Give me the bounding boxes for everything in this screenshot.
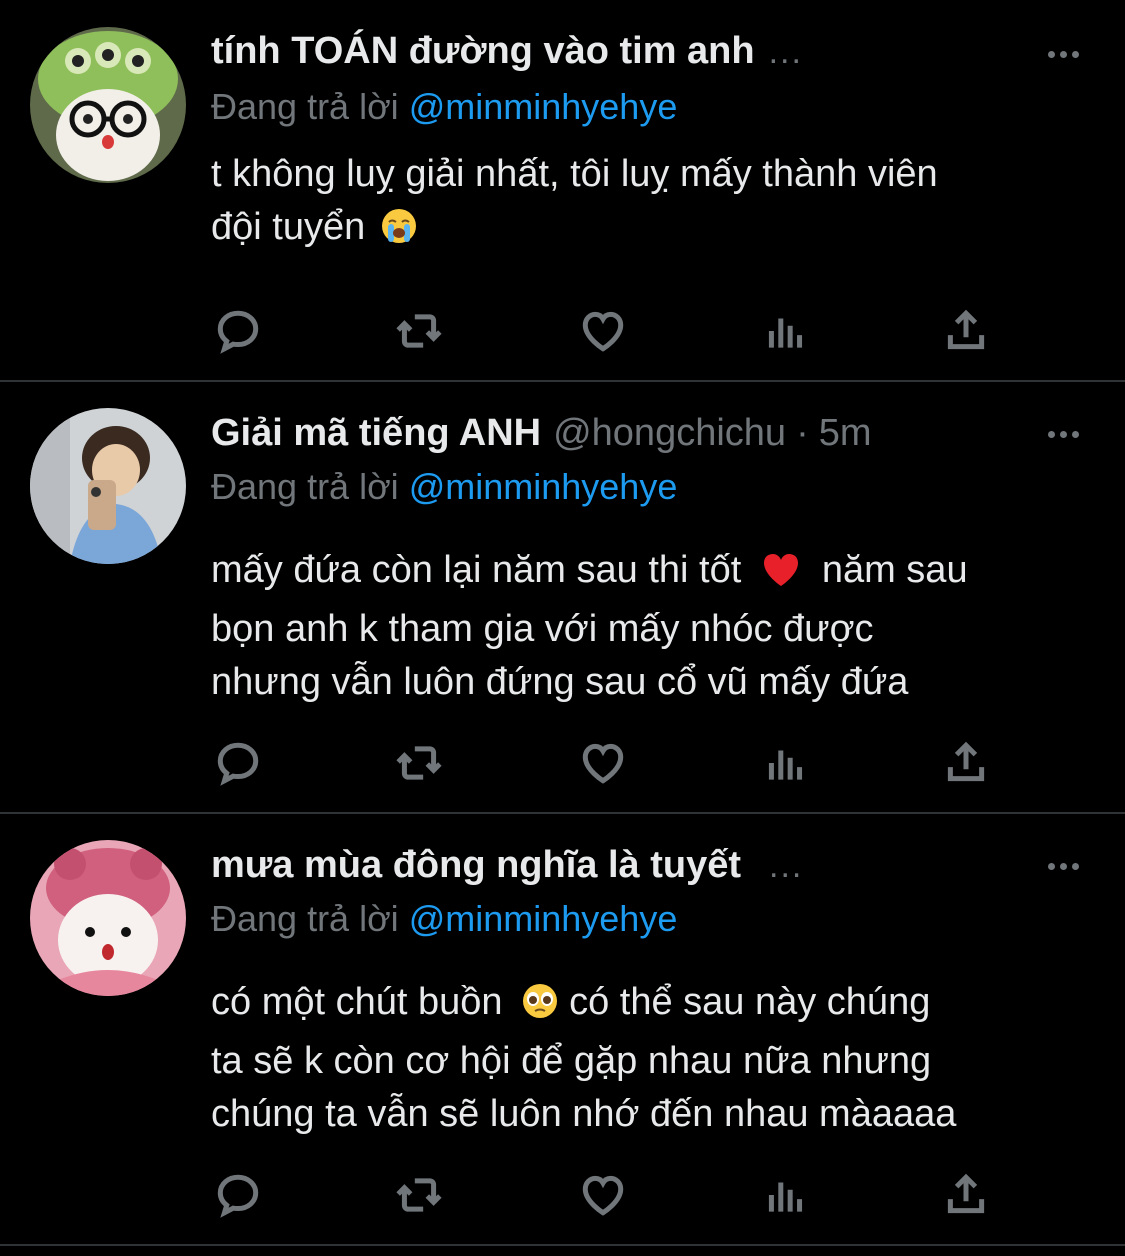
more-options-icon[interactable] — [1043, 34, 1083, 74]
divider — [0, 1244, 1125, 1246]
like-icon[interactable] — [576, 738, 630, 788]
replying-to: Đang trả lời @minminhyehye — [211, 86, 677, 128]
tweet-text-line: đội tuyển — [211, 201, 1091, 260]
tweet-text: có một chút buồn có thể sau này chúng ta… — [211, 976, 1091, 1141]
reply-icon[interactable] — [211, 1170, 265, 1220]
tweet-header: tính TOÁN đường vào tim anh ... — [211, 30, 1015, 78]
tweet[interactable]: tính TOÁN đường vào tim anh ... Đang trả… — [0, 0, 1125, 380]
display-name[interactable]: tính TOÁN đường vào tim anh — [211, 30, 755, 73]
person-selfie-avatar-image — [30, 408, 186, 564]
tweet-text-line: có một chút buồn có thể sau này chúng — [211, 976, 1091, 1035]
share-icon[interactable] — [939, 1170, 993, 1220]
mention-link[interactable]: @minminhyehye — [409, 466, 678, 507]
share-icon[interactable] — [939, 738, 993, 788]
tweet-text-line: nhưng vẫn luôn đứng sau cổ vũ mấy đứa — [211, 661, 909, 703]
like-icon[interactable] — [576, 1170, 630, 1220]
separator: · — [796, 412, 809, 454]
retweet-icon[interactable] — [392, 738, 446, 788]
replying-to: Đang trả lời @minminhyehye — [211, 466, 677, 508]
tweet-actions — [211, 738, 1011, 788]
tweet-actions — [211, 306, 1011, 356]
avatar[interactable] — [30, 408, 186, 564]
tweet-text-line: chúng ta vẫn sẽ luôn nhớ đến nhau màaaaa — [211, 1093, 957, 1135]
replying-label: Đang trả lời — [211, 86, 399, 127]
tweet-text-line: mấy đứa còn lại năm sau thi tốt năm sau — [211, 544, 1091, 603]
replying-label: Đang trả lời — [211, 466, 399, 507]
reply-icon[interactable] — [211, 306, 265, 356]
share-icon[interactable] — [939, 306, 993, 356]
avatar[interactable] — [30, 840, 186, 996]
retweet-icon[interactable] — [392, 1170, 446, 1220]
name-truncation: ... — [768, 33, 803, 71]
display-name[interactable]: mưa mùa đông nghĩa là tuyết — [211, 844, 741, 887]
tweet-text: mấy đứa còn lại năm sau thi tốt năm sau … — [211, 544, 1091, 709]
more-options-icon[interactable] — [1043, 414, 1083, 454]
pleading-face-icon — [521, 982, 559, 1035]
tweet-text-line: t không luỵ giải nhất, tôi luỵ mấy thành… — [211, 153, 938, 195]
views-icon[interactable] — [759, 1170, 813, 1220]
tweet-text: t không luỵ giải nhất, tôi luỵ mấy thành… — [211, 148, 1091, 260]
tweet-text-line: bọn anh k tham gia với mấy nhóc được — [211, 608, 874, 650]
views-icon[interactable] — [759, 306, 813, 356]
red-heart-icon — [762, 550, 800, 603]
plush-toy-avatar-image — [30, 27, 186, 183]
retweet-icon[interactable] — [392, 306, 446, 356]
timestamp[interactable]: 5m — [819, 412, 872, 455]
pink-plush-avatar-image — [30, 840, 186, 996]
tweet-header: Giải mã tiếng ANH @hongchichu · 5m — [211, 412, 1015, 460]
loudly-crying-face-icon — [380, 207, 418, 260]
tweet[interactable]: Giải mã tiếng ANH @hongchichu · 5m Đang … — [0, 382, 1125, 812]
replying-label: Đang trả lời — [211, 898, 399, 939]
tweet-actions — [211, 1170, 1011, 1220]
name-truncation: ... — [769, 847, 804, 885]
reply-icon[interactable] — [211, 738, 265, 788]
mention-link[interactable]: @minminhyehye — [409, 86, 678, 127]
replying-to: Đang trả lời @minminhyehye — [211, 898, 677, 940]
tweet-header: mưa mùa đông nghĩa là tuyết ... — [211, 844, 1015, 892]
display-name[interactable]: Giải mã tiếng ANH — [211, 412, 541, 455]
views-icon[interactable] — [759, 738, 813, 788]
avatar[interactable] — [30, 27, 186, 183]
more-options-icon[interactable] — [1043, 846, 1083, 886]
tweet[interactable]: mưa mùa đông nghĩa là tuyết ... Đang trả… — [0, 814, 1125, 1244]
user-handle[interactable]: @hongchichu — [553, 412, 786, 455]
tweet-text-line: ta sẽ k còn cơ hội để gặp nhau nữa nhưng — [211, 1040, 932, 1082]
like-icon[interactable] — [576, 306, 630, 356]
mention-link[interactable]: @minminhyehye — [409, 898, 678, 939]
